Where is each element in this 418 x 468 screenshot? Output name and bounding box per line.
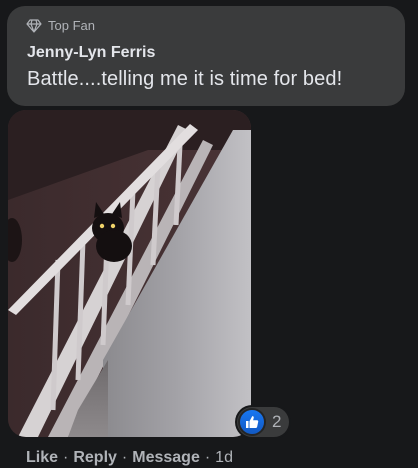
top-fan-badge: Top Fan: [26, 18, 95, 33]
reaction-summary[interactable]: 2: [237, 407, 290, 437]
thumbs-up-icon: [240, 410, 264, 434]
comment-text: Battle....telling me it is time for bed!: [27, 68, 343, 90]
reply-link[interactable]: Reply: [73, 449, 117, 467]
comment-author[interactable]: Jenny-Lyn Ferris: [27, 44, 155, 62]
cat-on-stairs-image: [8, 110, 251, 437]
like-link[interactable]: Like: [26, 449, 58, 467]
diamond-icon: [26, 18, 42, 33]
comment-timestamp[interactable]: 1d: [215, 449, 233, 467]
comment-actions: Like · Reply · Message · 1d: [26, 449, 233, 467]
separator: ·: [121, 449, 128, 466]
message-link[interactable]: Message: [132, 449, 200, 467]
separator: ·: [204, 449, 211, 466]
badge-label: Top Fan: [48, 18, 95, 33]
separator: ·: [63, 449, 69, 466]
reaction-count: 2: [272, 412, 282, 431]
comment-photo[interactable]: [8, 110, 251, 437]
